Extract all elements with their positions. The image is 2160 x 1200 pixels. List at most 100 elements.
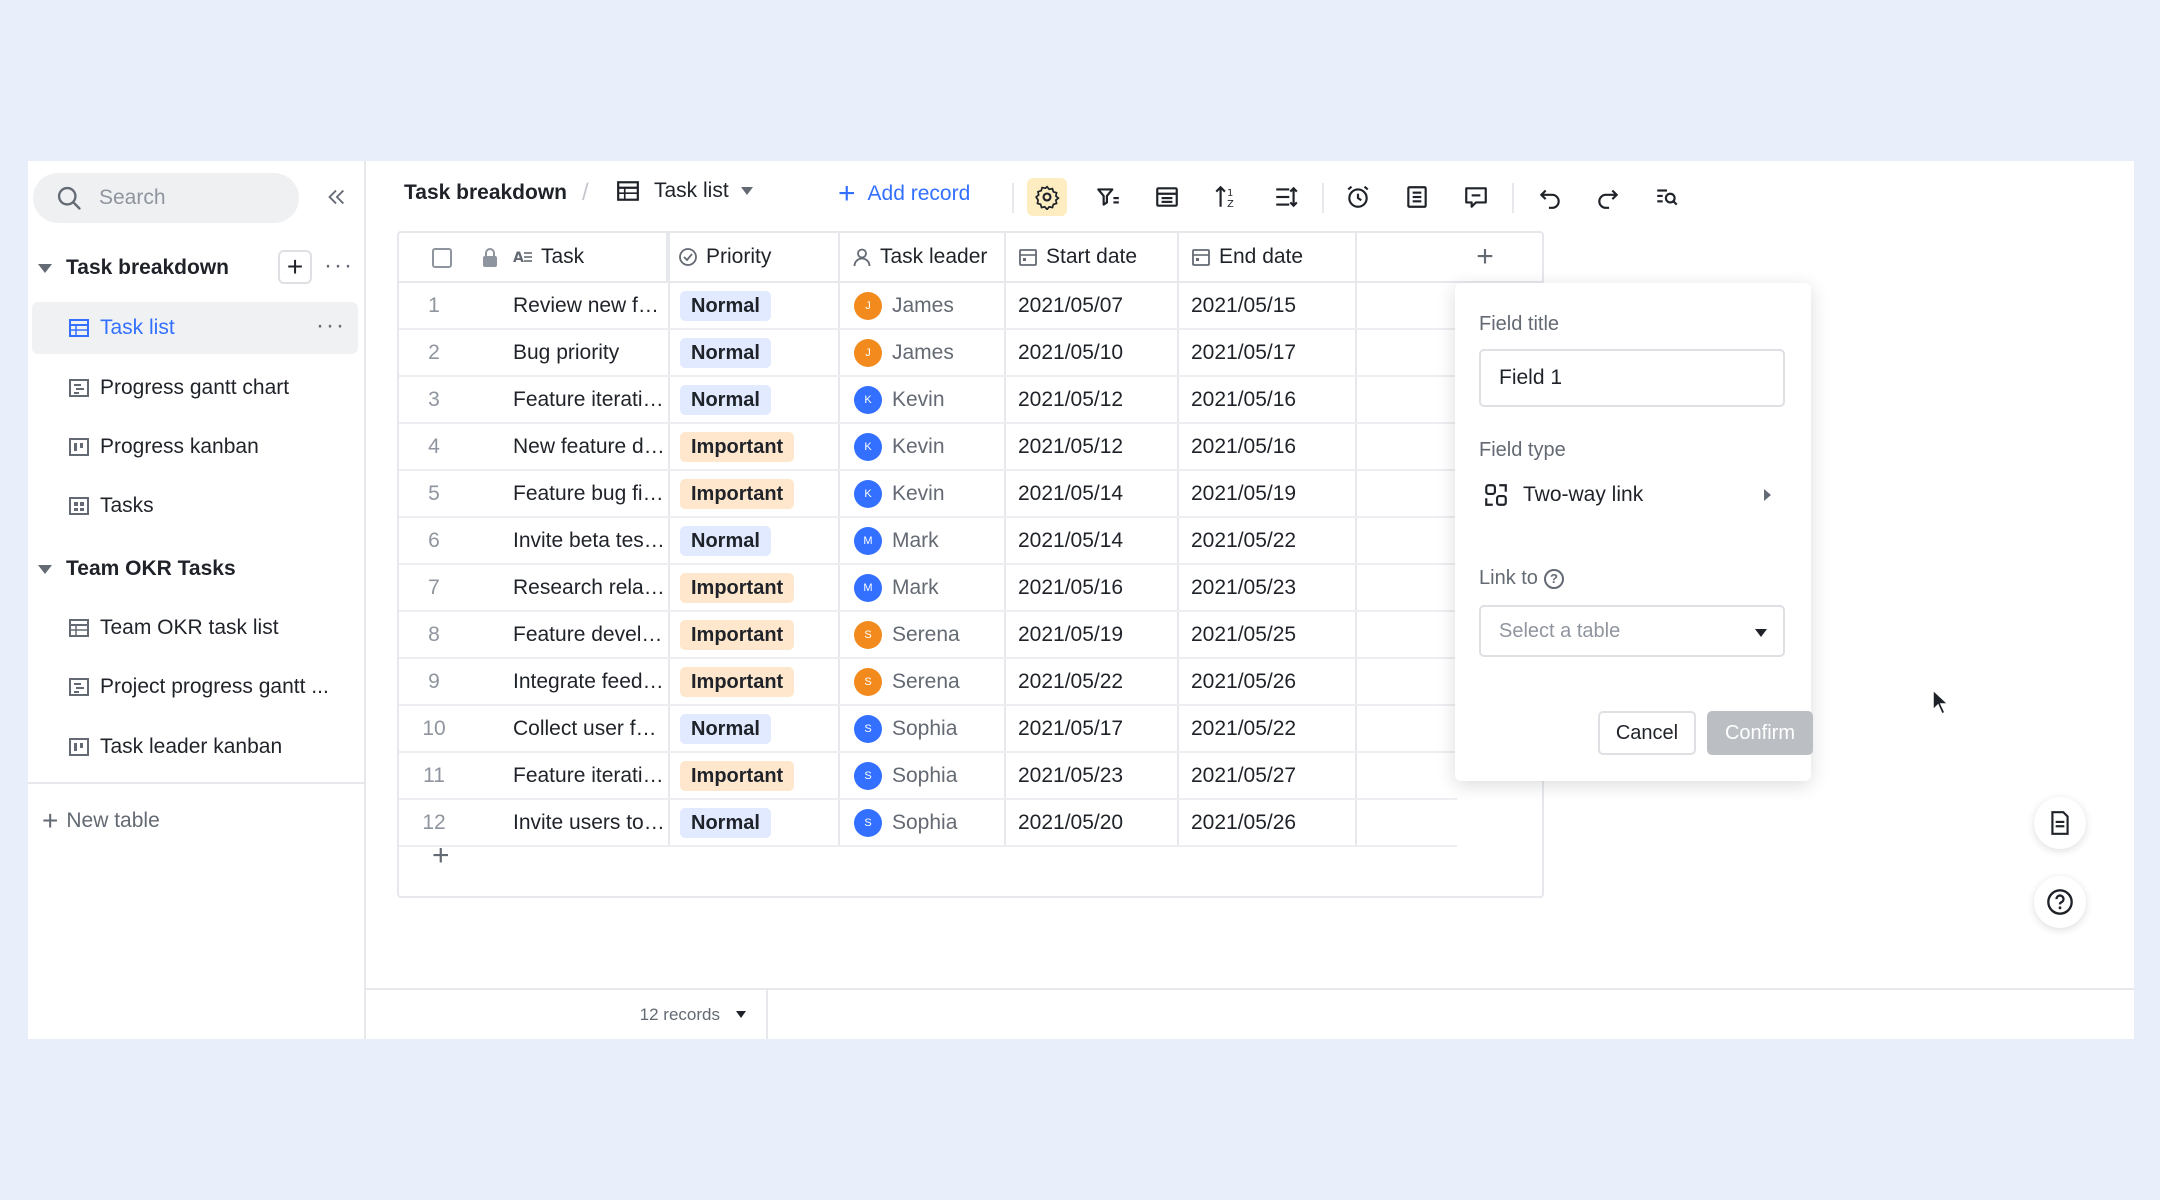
cell-task[interactable]: Feature bug fixes [513, 471, 668, 516]
cell-task-leader[interactable]: S Sophia [840, 800, 1006, 845]
link-table-select[interactable]: Select a table [1479, 605, 1785, 657]
cell-task[interactable]: Invite beta testers [513, 518, 668, 563]
table-row[interactable]: 1 Review new features Normal J James 2021/05/… [399, 283, 1457, 330]
cell-task[interactable]: Research related produ... [513, 565, 668, 610]
cell-end-date[interactable]: 2021/05/17 [1179, 330, 1357, 375]
sidebar-item-tasks[interactable]: Tasks [32, 480, 358, 532]
comment-button[interactable] [1456, 178, 1496, 216]
cell-task[interactable]: Feature iteration priority [513, 753, 668, 798]
table-row[interactable]: 10 Collect user feedback t... Normal S Sophi… [399, 706, 1457, 753]
add-row-button[interactable]: + [432, 841, 450, 871]
cell-task[interactable]: Feature iteration plan [513, 377, 668, 422]
form-button[interactable] [1397, 178, 1437, 216]
view-switcher[interactable]: Task list [616, 179, 753, 203]
cell-end-date[interactable]: 2021/05/23 [1179, 565, 1357, 610]
new-table-button[interactable]: + New table [42, 807, 160, 835]
add-table-button[interactable]: + [278, 250, 312, 284]
sidebar-item-task-leader-kanban[interactable]: Task leader kanban [32, 721, 358, 773]
sidebar-group-task-breakdown[interactable]: Task breakdown + ··· [38, 248, 358, 288]
sort-button[interactable]: 1Z [1206, 178, 1246, 216]
column-header-priority[interactable]: Priority [668, 233, 840, 281]
cell-task[interactable]: New feature design [513, 424, 668, 469]
column-header-task-leader[interactable]: Task leader [840, 233, 1006, 281]
help-icon[interactable]: ? [1543, 568, 1564, 589]
sidebar-item-progress-gantt-chart[interactable]: Progress gantt chart [32, 362, 358, 414]
cell-task-leader[interactable]: S Sophia [840, 753, 1006, 798]
cell-task[interactable]: Bug priority [513, 330, 668, 375]
cell-end-date[interactable]: 2021/05/26 [1179, 659, 1357, 704]
search-input[interactable]: Search [33, 173, 299, 223]
cell-end-date[interactable]: 2021/05/25 [1179, 612, 1357, 657]
column-header-task[interactable]: A Task [513, 233, 668, 281]
cell-start-date[interactable]: 2021/05/14 [1006, 471, 1179, 516]
cell-priority[interactable]: Important [668, 471, 840, 516]
table-row[interactable]: 3 Feature iteration plan Normal K Kevin 2021/… [399, 377, 1457, 424]
cell-start-date[interactable]: 2021/05/20 [1006, 800, 1179, 845]
cell-start-date[interactable]: 2021/05/19 [1006, 612, 1179, 657]
cell-start-date[interactable]: 2021/05/22 [1006, 659, 1179, 704]
cell-start-date[interactable]: 2021/05/10 [1006, 330, 1179, 375]
add-field-button[interactable]: + [1455, 233, 1515, 281]
group-button[interactable] [1147, 178, 1187, 216]
row-height-button[interactable] [1266, 178, 1306, 216]
cancel-button[interactable]: Cancel [1598, 711, 1696, 755]
confirm-button[interactable]: Confirm [1707, 711, 1813, 755]
collapse-sidebar-button[interactable] [318, 179, 354, 215]
cell-priority[interactable]: Normal [668, 518, 840, 563]
cell-end-date[interactable]: 2021/05/22 [1179, 518, 1357, 563]
cell-start-date[interactable]: 2021/05/23 [1006, 753, 1179, 798]
cell-task[interactable]: Feature development [513, 612, 668, 657]
cell-task-leader[interactable]: K Kevin [840, 424, 1006, 469]
cell-end-date[interactable]: 2021/05/26 [1179, 800, 1357, 845]
table-row[interactable]: 6 Invite beta testers Normal M Mark 2021/05/1… [399, 518, 1457, 565]
find-button[interactable] [1647, 178, 1687, 216]
column-header-end-date[interactable]: End date [1179, 233, 1357, 281]
cell-end-date[interactable]: 2021/05/15 [1179, 283, 1357, 328]
cell-start-date[interactable]: 2021/05/12 [1006, 377, 1179, 422]
cell-end-date[interactable]: 2021/05/27 [1179, 753, 1357, 798]
table-row[interactable]: 4 New feature design Important K Kevin 2021/0… [399, 424, 1457, 471]
cell-start-date[interactable]: 2021/05/16 [1006, 565, 1179, 610]
reminder-button[interactable] [1338, 178, 1378, 216]
sidebar-item-task-list[interactable]: Task list ··· [32, 302, 358, 354]
cell-task-leader[interactable]: S Serena [840, 612, 1006, 657]
cell-start-date[interactable]: 2021/05/14 [1006, 518, 1179, 563]
cell-start-date[interactable]: 2021/05/07 [1006, 283, 1179, 328]
field-type-select[interactable]: Two-way link [1479, 471, 1785, 519]
column-header-start-date[interactable]: Start date [1006, 233, 1179, 281]
cell-task[interactable]: Invite users to give fee... [513, 800, 668, 845]
more-icon[interactable]: ··· [324, 254, 354, 278]
cell-priority[interactable]: Important [668, 659, 840, 704]
table-row[interactable]: 11 Feature iteration priority Important S So… [399, 753, 1457, 800]
cell-task-leader[interactable]: M Mark [840, 518, 1006, 563]
cell-priority[interactable]: Important [668, 565, 840, 610]
field-title-input[interactable]: Field 1 [1479, 349, 1785, 407]
cell-task-leader[interactable]: K Kevin [840, 377, 1006, 422]
table-row[interactable]: 5 Feature bug fixes Important K Kevin 2021/05… [399, 471, 1457, 518]
cell-task-leader[interactable]: K Kevin [840, 471, 1006, 516]
cell-end-date[interactable]: 2021/05/19 [1179, 471, 1357, 516]
table-row[interactable]: 9 Integrate feedback dat... Important S Sere… [399, 659, 1457, 706]
help-button[interactable] [2034, 876, 2086, 928]
table-row[interactable]: 12Invite users to give fee...NormalSSoph… [399, 800, 1457, 847]
cell-task[interactable]: Review new features [513, 283, 668, 328]
cell-task[interactable]: Integrate feedback dat... [513, 659, 668, 704]
select-all-checkbox[interactable] [432, 248, 452, 268]
cell-task[interactable]: Collect user feedback t... [513, 706, 668, 751]
records-count[interactable]: 12 records [366, 990, 768, 1039]
sidebar-item-project-progress-gantt[interactable]: Project progress gantt ... [32, 661, 358, 713]
add-record-button[interactable]: + Add record [838, 179, 970, 209]
cell-priority[interactable]: Normal [668, 283, 840, 328]
cell-priority[interactable]: Normal [668, 377, 840, 422]
table-row[interactable]: 7 Research related produ... Important M Mark… [399, 565, 1457, 612]
sidebar-item-team-okr-task-list[interactable]: Team OKR task list [32, 602, 358, 654]
cell-priority[interactable]: Important [668, 424, 840, 469]
breadcrumb[interactable]: Task breakdown [404, 181, 567, 205]
document-button[interactable] [2034, 797, 2086, 849]
cell-end-date[interactable]: 2021/05/16 [1179, 424, 1357, 469]
cell-priority[interactable]: Normal [668, 330, 840, 375]
undo-button[interactable] [1530, 178, 1570, 216]
cell-end-date[interactable]: 2021/05/22 [1179, 706, 1357, 751]
sidebar-group-team-okr-tasks[interactable]: Team OKR Tasks [38, 549, 358, 589]
cell-task-leader[interactable]: S Serena [840, 659, 1006, 704]
